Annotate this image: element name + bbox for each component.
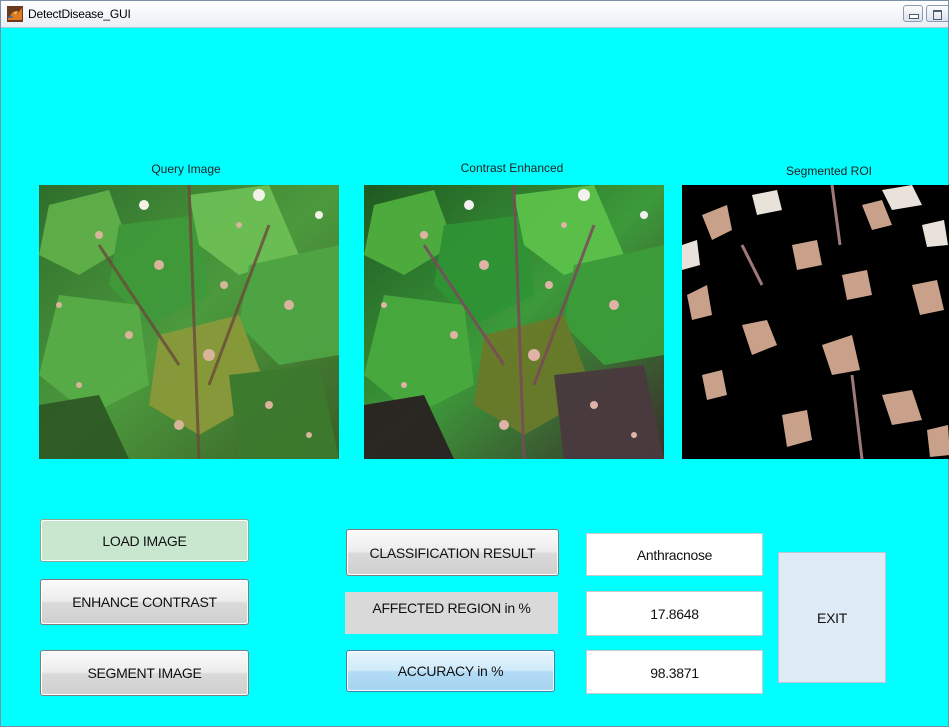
exit-button[interactable]: EXIT	[778, 552, 886, 683]
segment-image-button[interactable]: SEGMENT IMAGE	[40, 650, 249, 696]
affected-region-label: AFFECTED REGION in %	[345, 592, 558, 634]
contrast-enhanced-label: Contrast Enhanced	[460, 161, 564, 175]
query-image-label: Query Image	[151, 162, 221, 176]
contrast-enhanced-panel	[364, 185, 664, 459]
maximize-icon[interactable]	[926, 5, 948, 22]
minimize-icon[interactable]	[903, 5, 923, 22]
matlab-icon	[7, 6, 23, 22]
app-window: DetectDisease_GUI Query Image Contrast E…	[0, 0, 949, 727]
classification-result-button[interactable]: CLASSIFICATION RESULT	[346, 529, 559, 576]
segmented-roi-label: Segmented ROI	[785, 164, 873, 178]
accuracy-button[interactable]: ACCURACY in %	[346, 650, 555, 692]
affected-region-field: 17.8648	[586, 591, 763, 636]
query-image-panel	[39, 185, 339, 459]
classification-result-field: Anthracnose	[586, 533, 763, 576]
accuracy-field: 98.3871	[586, 650, 763, 694]
title-bar: DetectDisease_GUI	[1, 1, 948, 28]
enhance-contrast-button[interactable]: ENHANCE CONTRAST	[40, 579, 249, 625]
load-image-button[interactable]: LOAD IMAGE	[40, 519, 249, 562]
window-title: DetectDisease_GUI	[28, 7, 131, 21]
segmented-roi-panel	[682, 185, 949, 459]
